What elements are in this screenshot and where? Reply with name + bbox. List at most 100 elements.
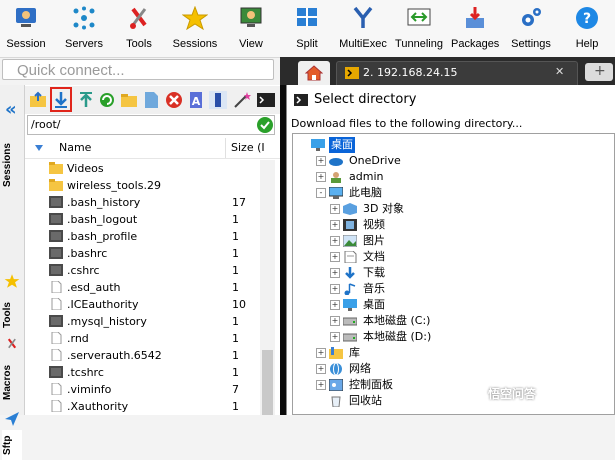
sftp-path-input[interactable]: /root/ [27,115,275,135]
user-icon [331,172,341,183]
file-name: .bash_history [67,196,141,209]
tree-node-label: 此电脑 [349,186,382,199]
column-divider [225,138,226,158]
tree-node[interactable]: + admin [316,169,566,185]
tab-macros[interactable]: Macros [2,359,22,405]
tools-icon [130,7,147,29]
file-row[interactable]: .bash_logout 1 [25,211,260,228]
refresh-icon[interactable] [98,91,116,109]
close-tab-icon[interactable]: ✕ [555,65,564,78]
expand-icon[interactable]: + [316,172,326,182]
shell-file-icon [49,366,63,378]
quick-connect-input[interactable]: Quick connect... [2,59,274,80]
new-tab-button[interactable]: + [585,63,613,81]
settings-button[interactable]: Settings [509,4,553,54]
upload-icon[interactable] [77,91,95,109]
tree-node[interactable]: + OneDrive [316,153,566,169]
tunneling-button[interactable]: Tunneling [393,4,445,54]
file-row[interactable]: .esd_auth 1 [25,279,260,296]
expand-icon[interactable]: + [316,348,326,358]
expand-icon[interactable]: + [330,332,340,342]
expand-icon[interactable]: + [330,316,340,326]
download-button[interactable] [50,87,72,112]
collapse-icon[interactable]: - [316,188,326,198]
column-size[interactable]: Size (I [231,141,265,154]
tree-node[interactable]: - 此电脑 [316,185,566,201]
file-row[interactable]: .bash_history 17 [25,194,260,211]
expand-icon[interactable]: + [330,220,340,230]
file-row[interactable]: .bash_profile 1 [25,228,260,245]
sort-arrow-icon[interactable] [35,145,43,151]
file-row[interactable]: Videos [25,160,260,177]
expand-icon[interactable]: + [330,236,340,246]
file-icon [51,332,62,344]
file-name: Videos [67,162,104,175]
tree-node[interactable]: + 库 [316,345,566,361]
parent-folder-icon[interactable] [29,91,47,109]
scrollbar-thumb[interactable] [262,350,273,415]
collapse-sidebar-icon[interactable]: « [5,99,17,120]
expand-icon[interactable]: + [330,300,340,310]
file-row[interactable]: .bashrc 1 [25,245,260,262]
delete-icon[interactable] [165,91,183,109]
tab-home[interactable] [298,61,330,85]
tree-node[interactable]: + 图片 [330,233,580,249]
new-folder-icon[interactable] [120,91,138,109]
tree-node[interactable]: + 视频 [330,217,580,233]
file-row[interactable]: .serverauth.6542 1 [25,347,260,364]
servers-button[interactable]: Servers [61,4,107,54]
shell-file-icon [49,264,63,276]
file-row[interactable]: .rnd 1 [25,330,260,347]
terminal-tab-icon [345,67,359,79]
file-row[interactable]: .viminfo 7 [25,381,260,398]
expand-icon[interactable]: + [316,156,326,166]
tools-button[interactable]: Tools [120,4,158,54]
permissions-icon[interactable] [209,91,227,109]
tree-node-label: 桌面 [329,137,355,153]
tree-node[interactable]: + 下载 [330,265,580,281]
file-row[interactable]: .ICEauthority 10 [25,296,260,313]
tab-ssh-session[interactable]: 2. 192.168.24.15 ✕ [336,61,578,85]
view-button[interactable]: View [234,4,268,54]
tab-sftp[interactable]: Sftp [2,430,22,460]
expand-icon[interactable]: + [330,284,340,294]
file-row[interactable]: .Xauthority 1 [25,398,260,415]
tree-node[interactable]: + 桌面 [330,297,580,313]
column-name[interactable]: Name [59,141,91,154]
help-button[interactable]: ? Help [572,4,602,54]
split-button[interactable]: Split [292,4,322,54]
expand-icon[interactable]: + [316,380,326,390]
tree-node[interactable]: 桌面 [298,137,548,153]
sessions-button[interactable]: Sessions [172,4,218,54]
tree-node[interactable]: + 网络 [316,361,566,377]
tree-node[interactable]: + 本地磁盘 (D:) [330,329,580,345]
rename-icon[interactable]: A [187,91,205,109]
tree-node[interactable]: + 音乐 [330,281,580,297]
terminal-icon[interactable] [257,91,275,109]
file-row[interactable]: .cshrc 1 [25,262,260,279]
wand-icon[interactable] [233,91,251,109]
file-name: .Xauthority [67,400,129,413]
expand-icon[interactable]: + [330,268,340,278]
dialog-instruction: Download files to the following director… [291,117,523,130]
tab-tools[interactable]: Tools [2,295,22,335]
file-row[interactable]: .tcshrc 1 [25,364,260,381]
file-size: 1 [232,213,239,226]
expand-icon[interactable]: + [330,204,340,214]
file-size: 1 [232,332,239,345]
tree-node[interactable]: + 本地磁盘 (C:) [330,313,580,329]
expand-icon[interactable]: + [316,364,326,374]
multiexec-button[interactable]: MultiExec [338,4,388,54]
tree-node[interactable]: +3D 对象 [330,201,580,217]
new-file-icon[interactable] [142,91,160,109]
file-row[interactable]: .mysql_history 1 [25,313,260,330]
packages-button[interactable]: Packages [451,4,499,54]
expand-icon[interactable]: + [330,252,340,262]
recycle-bin-icon [331,396,341,407]
tree-node[interactable]: + 文档 [330,249,580,265]
confirm-path-icon[interactable] [257,117,273,133]
session-button[interactable]: Session [4,4,48,54]
file-row[interactable]: wireless_tools.29 [25,177,260,194]
tab-label: 2. 192.168.24.15 [363,66,458,79]
tab-sessions[interactable]: Sessions [2,135,22,195]
